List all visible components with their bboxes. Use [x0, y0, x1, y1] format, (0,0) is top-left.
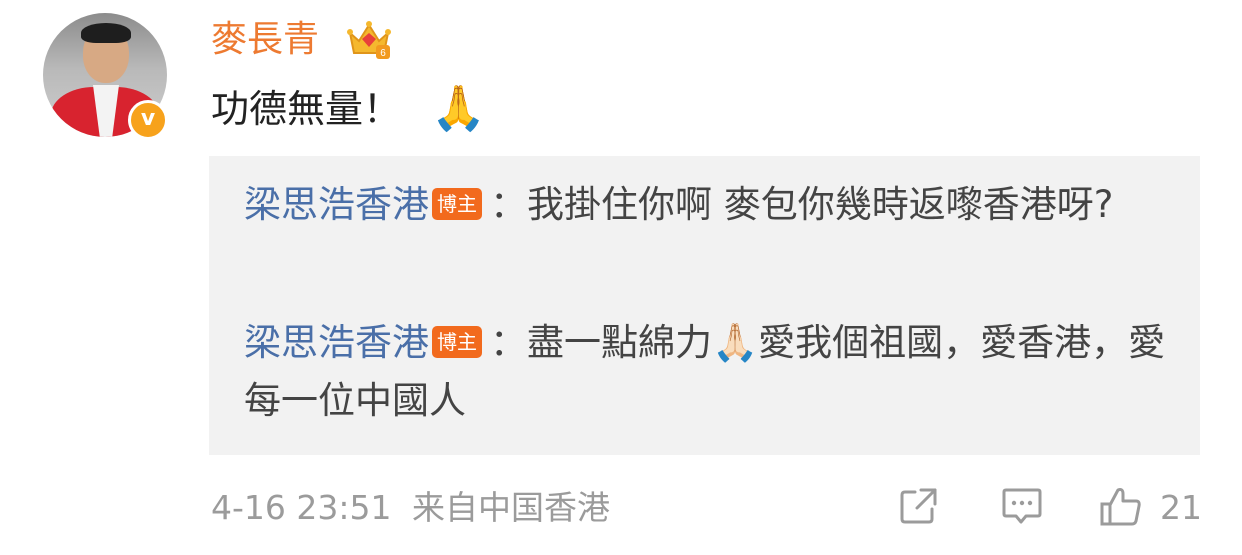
verified-badge-icon: v — [128, 100, 168, 140]
source-location: 来自中国香港 — [412, 488, 610, 527]
reply-item[interactable]: 梁思浩香港 博主 ：我掛住你啊 麥包你幾時返嚟香港呀? — [244, 176, 1174, 234]
reply-text-part1: 盡一點綿力 — [527, 321, 712, 364]
blogger-badge: 博主 — [432, 326, 482, 358]
avatar-hair — [81, 23, 131, 43]
like-count: 21 — [1160, 488, 1202, 527]
reply-item[interactable]: 梁思浩香港 博主 ：盡一點綿力🙏🏻愛我個祖國，愛香港，愛每一位中國人 — [244, 314, 1174, 430]
praying-hands-emoji: 🙏🏻 — [712, 321, 759, 364]
share-icon[interactable] — [897, 484, 941, 528]
comment-meta: 4-16 23:51 来自中国香港 — [211, 486, 610, 530]
blogger-badge: 博主 — [432, 188, 482, 220]
reply-author[interactable]: 梁思浩香港 — [244, 321, 429, 364]
comment-icon[interactable] — [1000, 484, 1044, 528]
comment-text: 功德無量！ — [211, 87, 402, 131]
username[interactable]: 麥長青 — [211, 18, 319, 62]
reply-text: 我掛住你啊 麥包你幾時返嚟香港呀? — [527, 183, 1114, 226]
reply-author[interactable]: 梁思浩香港 — [244, 183, 429, 226]
reply-separator: ： — [490, 183, 527, 226]
timestamp: 4-16 23:51 — [211, 488, 392, 527]
praying-hands-emoji: 🙏 — [431, 83, 486, 134]
thumbs-up-icon[interactable] — [1098, 484, 1144, 530]
comment-body: 功德無量！ 🙏 — [211, 84, 486, 134]
svg-text:6: 6 — [380, 48, 386, 59]
replies-box[interactable]: 梁思浩香港 博主 ：我掛住你啊 麥包你幾時返嚟香港呀? 梁思浩香港 博主 ：盡一點綿力🙏… — [209, 156, 1200, 455]
vip-crown-icon: 6 — [347, 21, 391, 59]
reply-separator: ： — [490, 321, 527, 364]
